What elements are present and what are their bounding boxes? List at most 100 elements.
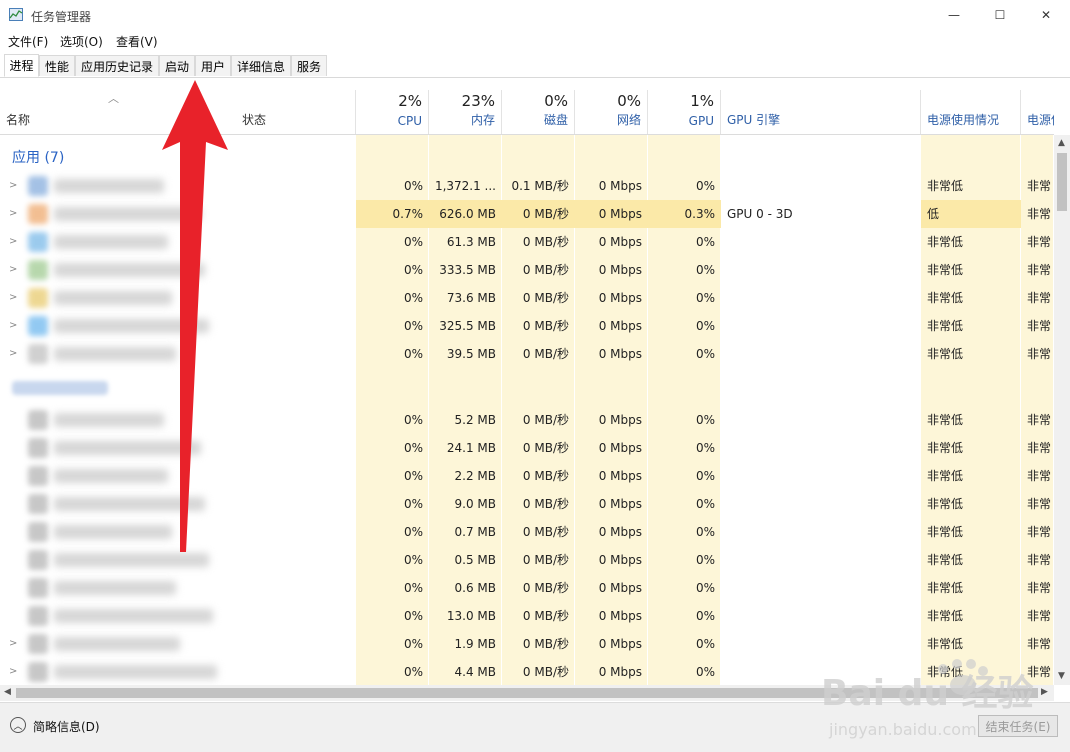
menu-file[interactable]: 文件(F) [8,33,48,50]
column-memory[interactable]: 23% 内存 [429,90,502,134]
process-icon [28,606,48,626]
process-icon [28,550,48,570]
expand-chevron-icon[interactable]: > [9,208,17,219]
table-row[interactable]: 0% 0.6 MB 0 MB/秒 0 Mbps 0% 非常低 非常 [0,574,1054,602]
cpu-cell: 0% [403,319,423,333]
sort-up-icon: ︿ [108,92,119,105]
scroll-left-icon[interactable]: ◀ [4,687,11,697]
tab-processes[interactable]: 进程 [4,54,39,77]
power-trend-cell: 非常 [1027,525,1052,539]
process-icon [28,232,48,252]
fewer-details-link[interactable]: 简略信息(D) [33,718,100,735]
memory-cell: 13.0 MB [446,609,496,623]
scroll-down-icon[interactable]: ▼ [1058,671,1065,681]
disk-cell: 0 MB/秒 [502,200,575,228]
group-apps-title[interactable]: 应用 (7) [12,147,64,167]
column-power-trend[interactable]: 电源使用 [1021,90,1054,134]
close-button[interactable]: ✕ [1023,0,1069,30]
memory-cell: 626.0 MB [429,200,502,228]
power-usage-cell: 非常低 [927,609,964,623]
gpu-cell: 0% [695,665,715,679]
disk-cell: 0 MB/秒 [522,347,569,361]
process-name [54,637,180,651]
process-name [54,179,164,193]
power-trend-cell: 非常 [1027,235,1052,249]
power-trend-cell: 非常 [1027,581,1052,595]
disk-cell: 0 MB/秒 [522,413,569,427]
column-network[interactable]: 0% 网络 [575,90,648,134]
memory-cell: 0.5 MB [454,553,496,567]
gpu-engine-cell [727,172,917,200]
power-trend-cell: 非常 [1027,637,1052,651]
menu-options[interactable]: 选项(O) [60,33,103,50]
tab-users[interactable]: 用户 [195,55,231,76]
network-cell: 0 Mbps [598,179,642,193]
network-cell: 0 Mbps [598,665,642,679]
memory-cell: 2.2 MB [454,469,496,483]
tab-app-history[interactable]: 应用历史记录 [75,55,159,76]
table-row[interactable]: 0% 13.0 MB 0 MB/秒 0 Mbps 0% 非常低 非常 [0,602,1054,630]
vertical-scrollbar[interactable]: ▲ ▼ [1054,135,1070,685]
watermark-brand: Bai du 经验 [821,673,1034,714]
gpu-cell: 0% [695,179,715,193]
cpu-cell: 0% [403,609,423,623]
memory-cell: 24.1 MB [446,441,496,455]
scroll-up-icon[interactable]: ▲ [1058,138,1065,148]
task-manager-icon [9,8,23,21]
group-background-title[interactable] [12,381,108,395]
tab-performance[interactable]: 性能 [39,55,75,76]
chevron-up-circle-icon[interactable]: ︿ [10,717,26,733]
expand-chevron-icon[interactable]: > [9,264,17,275]
disk-cell: 0 MB/秒 [522,525,569,539]
power-trend-cell: 非常 [1027,469,1052,483]
network-cell: 0 Mbps [598,441,642,455]
table-row[interactable]: >0% 1.9 MB 0 MB/秒 0 Mbps 0% 非常低 非常 [0,630,1054,658]
expand-chevron-icon[interactable]: > [9,292,17,303]
expand-chevron-icon[interactable]: > [9,638,17,649]
column-power[interactable]: 电源使用情况 [921,90,1021,134]
tab-details[interactable]: 详细信息 [231,55,291,76]
expand-chevron-icon[interactable]: > [9,320,17,331]
memory-cell: 1,372.1 ... [434,179,496,193]
process-icon [28,288,48,308]
column-status[interactable]: 状态 [236,90,356,134]
expand-chevron-icon[interactable]: > [9,348,17,359]
power-trend-cell: 非常 [1027,609,1052,623]
close-icon: ✕ [1040,8,1052,22]
column-gpu-engine[interactable]: GPU 引擎 [721,90,921,134]
menu-view[interactable]: 查看(V) [116,33,158,50]
watermark-url: jingyan.baidu.com [828,720,977,739]
gpu-cell: 0% [695,525,715,539]
memory-cell: 39.5 MB [446,347,496,361]
gpu-cell: 0% [695,553,715,567]
network-cell: 0 Mbps [598,609,642,623]
gpu-cell: 0% [695,319,715,333]
column-cpu[interactable]: 2% CPU [356,90,429,134]
expand-chevron-icon[interactable]: > [9,180,17,191]
maximize-button[interactable]: ☐ [977,0,1023,30]
maximize-icon: ☐ [994,8,1006,22]
power-usage-cell: 非常低 [927,291,964,305]
cpu-cell: 0% [403,581,423,595]
expand-chevron-icon[interactable]: > [9,236,17,247]
power-trend-cell: 非常 [1027,207,1052,221]
power-usage-cell: 低 [921,200,1021,228]
vertical-scroll-thumb[interactable] [1057,153,1067,211]
network-cell: 0 Mbps [598,347,642,361]
expand-chevron-icon[interactable]: > [9,666,17,677]
memory-cell: 4.4 MB [454,665,496,679]
column-gpu[interactable]: 1% GPU [648,90,721,134]
tab-startup[interactable]: 启动 [159,55,195,76]
gpu-cell: 0% [695,469,715,483]
cpu-cell: 0% [403,665,423,679]
disk-cell: 0 MB/秒 [522,553,569,567]
disk-cell: 0 MB/秒 [522,469,569,483]
tab-services[interactable]: 服务 [291,55,327,76]
cpu-cell: 0% [403,637,423,651]
cpu-cell: 0.7% [356,200,429,228]
network-cell: 0 Mbps [598,469,642,483]
column-disk[interactable]: 0% 磁盘 [502,90,575,134]
memory-cell: 9.0 MB [454,497,496,511]
process-name [54,665,217,679]
minimize-button[interactable]: — [931,0,977,30]
